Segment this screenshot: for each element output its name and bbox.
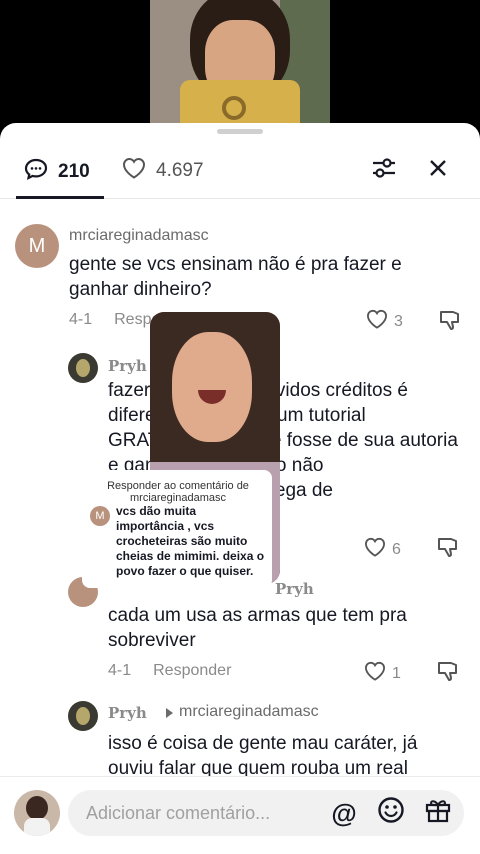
comment-input[interactable]: [86, 790, 326, 836]
active-tab-indicator: [16, 196, 104, 199]
likes-count: 4.697: [156, 160, 204, 181]
comments-count: 210: [58, 161, 90, 182]
sliders-icon: [371, 156, 397, 185]
tab-likes[interactable]: 4.697: [122, 157, 204, 185]
drag-handle[interactable]: [217, 129, 263, 134]
comment-text: gente se vcs ensinam não é pra fazer e g…: [69, 254, 402, 300]
comment-date: 4-1: [108, 662, 132, 679]
close-icon: [428, 158, 448, 183]
reply-button[interactable]: Responder: [153, 662, 231, 680]
comment-username[interactable]: Pryh: [108, 357, 147, 375]
gift-button[interactable]: [424, 799, 452, 827]
tab-comments[interactable]: 210: [24, 157, 90, 187]
comment-username[interactable]: Pryh: [275, 580, 314, 598]
video-frame: [150, 0, 330, 135]
heart-icon: [122, 157, 146, 185]
thumbs-down-icon: [436, 662, 460, 687]
heart-icon: [364, 661, 386, 686]
dislike-button[interactable]: [436, 535, 460, 564]
sheet-header: 210 4.697: [0, 145, 480, 199]
comment-text: isso é coisa de gente mau caráter, já ou…: [108, 733, 418, 779]
avatar[interactable]: M: [15, 224, 59, 268]
close-button[interactable]: [423, 155, 453, 185]
thumbs-down-icon: [436, 538, 460, 563]
comment-date: 4-1: [69, 311, 93, 328]
like-count: 6: [392, 540, 401, 558]
reply-arrow-icon: [164, 706, 176, 725]
thumbs-down-icon: [438, 311, 462, 336]
like-count: 3: [394, 312, 403, 330]
video-player[interactable]: [0, 0, 480, 135]
reply-sticker-label: Responder ao comentário de mrciareginada…: [107, 480, 249, 504]
like-button[interactable]: 6: [364, 537, 401, 562]
reply-sticker-text: vcs dão muita importância , vcs crochete…: [116, 504, 265, 578]
comment-bubble-icon: [24, 157, 48, 187]
comment-text: cada um usa as armas que tem pra sobrevi…: [108, 605, 407, 651]
user-avatar[interactable]: [14, 790, 60, 836]
like-button[interactable]: 1: [364, 661, 401, 686]
comment-username[interactable]: Pryh: [108, 704, 147, 722]
reply-sticker-avatar: M: [90, 506, 110, 526]
avatar[interactable]: [68, 353, 98, 383]
dislike-button[interactable]: [438, 308, 462, 337]
emoji-button[interactable]: [377, 796, 405, 827]
heart-icon: [366, 309, 388, 334]
comment-input-pill[interactable]: @: [68, 790, 464, 836]
mention-button[interactable]: @: [330, 797, 358, 828]
like-count: 1: [392, 664, 401, 682]
like-button[interactable]: 3: [366, 309, 403, 334]
dislike-button[interactable]: [436, 659, 460, 688]
heart-icon: [364, 537, 386, 562]
avatar[interactable]: [68, 701, 98, 731]
at-icon: @: [331, 797, 357, 828]
filter-button[interactable]: [369, 155, 399, 185]
comment-input-bar: @: [0, 776, 480, 854]
reply-sticker: Responder ao comentário de mrciareginada…: [82, 470, 272, 588]
comment-meta: 4-1 Responder: [108, 662, 231, 680]
reply-target-username[interactable]: mrciareginadamasc: [179, 703, 319, 721]
comment-username[interactable]: mrciareginadamasc: [69, 227, 209, 245]
smiley-icon: [377, 796, 405, 831]
gift-icon: [424, 796, 452, 831]
